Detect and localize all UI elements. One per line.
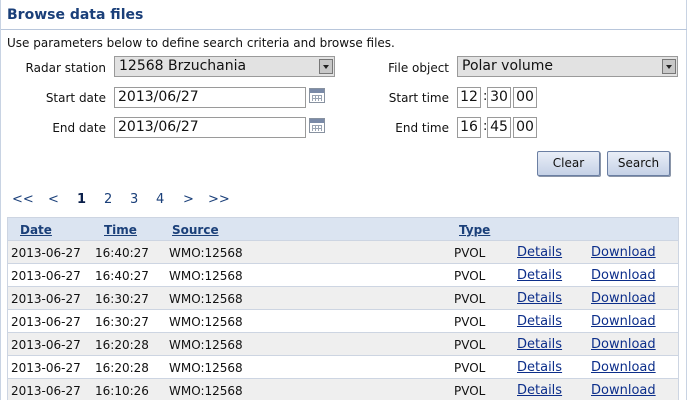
date-cell: 2013-06-27 bbox=[11, 315, 81, 329]
date-cell: 2013-06-27 bbox=[11, 246, 81, 260]
end-time-minute[interactable]: 45 bbox=[487, 117, 511, 138]
sort-type-link[interactable]: Type bbox=[459, 223, 490, 237]
source-cell: WMO:12568 bbox=[169, 338, 243, 352]
chevron-down-icon[interactable] bbox=[319, 59, 333, 74]
table-row: 2013-06-27 16:30:27 WMO:12568 PVOL Details Do… bbox=[8, 287, 678, 310]
type-cell: PVOL bbox=[454, 292, 486, 306]
details-link[interactable]: Details bbox=[517, 383, 562, 398]
download-link[interactable]: Download bbox=[591, 245, 656, 260]
source-cell: WMO:12568 bbox=[169, 361, 243, 375]
sort-source-link[interactable]: Source bbox=[172, 223, 219, 237]
details-link[interactable]: Details bbox=[517, 291, 562, 306]
details-link[interactable]: Details bbox=[517, 360, 562, 375]
pager-page-3[interactable]: 3 bbox=[130, 192, 138, 207]
time-cell: 16:10:26 bbox=[95, 384, 149, 398]
table-row: 2013-06-27 16:20:28 WMO:12568 PVOL Details Do… bbox=[8, 356, 678, 379]
details-link[interactable]: Details bbox=[517, 337, 562, 352]
table-body: 2013-06-27 16:40:27 WMO:12568 PVOL Details Do… bbox=[8, 241, 678, 400]
time-cell: 16:30:27 bbox=[95, 292, 149, 306]
start-date-field[interactable]: 2013/06/27 bbox=[114, 87, 306, 108]
source-cell: WMO:12568 bbox=[169, 384, 243, 398]
type-cell: PVOL bbox=[454, 315, 486, 329]
start-time-minute[interactable]: 30 bbox=[487, 87, 511, 108]
end-time-second[interactable]: 00 bbox=[513, 117, 537, 138]
table-row: 2013-06-27 16:30:27 WMO:12568 PVOL Details Do… bbox=[8, 310, 678, 333]
title-divider bbox=[1, 29, 687, 30]
type-cell: PVOL bbox=[454, 338, 486, 352]
pager-first[interactable]: << bbox=[12, 192, 34, 207]
table-row: 2013-06-27 16:20:28 WMO:12568 PVOL Details Do… bbox=[8, 333, 678, 356]
pager-page-4[interactable]: 4 bbox=[156, 192, 164, 207]
download-link[interactable]: Download bbox=[591, 314, 656, 329]
download-link[interactable]: Download bbox=[591, 383, 656, 398]
type-cell: PVOL bbox=[454, 246, 486, 260]
end-time-hour[interactable]: 16 bbox=[457, 117, 481, 138]
pager-prev[interactable]: < bbox=[48, 192, 59, 207]
panel-description: Use parameters below to define search cr… bbox=[7, 36, 395, 50]
start-time-second[interactable]: 00 bbox=[513, 87, 537, 108]
time-cell: 16:20:28 bbox=[95, 361, 149, 375]
file-object-value: Polar volume bbox=[462, 58, 554, 74]
time-cell: 16:20:28 bbox=[95, 338, 149, 352]
browse-data-files-panel: Browse data files Use parameters below t… bbox=[0, 0, 687, 400]
date-cell: 2013-06-27 bbox=[11, 269, 81, 283]
table-row: 2013-06-27 16:40:27 WMO:12568 PVOL Details Do… bbox=[8, 264, 678, 287]
table-row: 2013-06-27 16:10:26 WMO:12568 PVOL Details Do… bbox=[8, 379, 678, 400]
pager-page-1[interactable]: 1 bbox=[77, 192, 86, 207]
source-cell: WMO:12568 bbox=[169, 246, 243, 260]
radar-station-select[interactable]: 12568 Brzuchania bbox=[114, 56, 335, 77]
results-table: Date Time Source Type 2013-06-27 16:40:27… bbox=[7, 217, 679, 400]
source-cell: WMO:12568 bbox=[169, 269, 243, 283]
table-row: 2013-06-27 16:40:27 WMO:12568 PVOL Details Do… bbox=[8, 241, 678, 264]
details-link[interactable]: Details bbox=[517, 245, 562, 260]
file-object-label: File object bbox=[388, 61, 449, 75]
search-button[interactable]: Search bbox=[607, 151, 670, 176]
download-link[interactable]: Download bbox=[591, 268, 656, 283]
panel-title: Browse data files bbox=[7, 7, 144, 23]
date-cell: 2013-06-27 bbox=[11, 292, 81, 306]
details-link[interactable]: Details bbox=[517, 314, 562, 329]
calendar-icon[interactable] bbox=[309, 88, 325, 103]
start-date-label: Start date bbox=[45, 91, 106, 105]
pager-last[interactable]: >> bbox=[208, 192, 230, 207]
end-date-field[interactable]: 2013/06/27 bbox=[114, 117, 306, 138]
source-cell: WMO:12568 bbox=[169, 315, 243, 329]
radar-station-label: Radar station bbox=[25, 61, 106, 75]
time-cell: 16:40:27 bbox=[95, 269, 149, 283]
start-time-label: Start time bbox=[388, 91, 449, 105]
source-cell: WMO:12568 bbox=[169, 292, 243, 306]
type-cell: PVOL bbox=[454, 384, 486, 398]
download-link[interactable]: Download bbox=[591, 360, 656, 375]
download-link[interactable]: Download bbox=[591, 291, 656, 306]
type-cell: PVOL bbox=[454, 269, 486, 283]
clear-button[interactable]: Clear bbox=[537, 151, 600, 176]
chevron-down-icon[interactable] bbox=[662, 59, 676, 74]
table-header: Date Time Source Type bbox=[8, 218, 678, 241]
time-cell: 16:40:27 bbox=[95, 246, 149, 260]
radar-station-value: 12568 Brzuchania bbox=[119, 58, 247, 74]
date-cell: 2013-06-27 bbox=[11, 384, 81, 398]
end-time-label: End time bbox=[395, 121, 449, 135]
download-link[interactable]: Download bbox=[591, 337, 656, 352]
calendar-icon[interactable] bbox=[309, 118, 325, 133]
start-time-hour[interactable]: 12 bbox=[457, 87, 481, 108]
sort-time-link[interactable]: Time bbox=[104, 223, 137, 237]
details-link[interactable]: Details bbox=[517, 268, 562, 283]
pager-next[interactable]: > bbox=[183, 192, 194, 207]
pager-page-2[interactable]: 2 bbox=[104, 192, 112, 207]
date-cell: 2013-06-27 bbox=[11, 338, 81, 352]
type-cell: PVOL bbox=[454, 361, 486, 375]
end-date-label: End date bbox=[52, 121, 106, 135]
sort-date-link[interactable]: Date bbox=[20, 223, 52, 237]
date-cell: 2013-06-27 bbox=[11, 361, 81, 375]
file-object-select[interactable]: Polar volume bbox=[457, 56, 678, 77]
time-cell: 16:30:27 bbox=[95, 315, 149, 329]
